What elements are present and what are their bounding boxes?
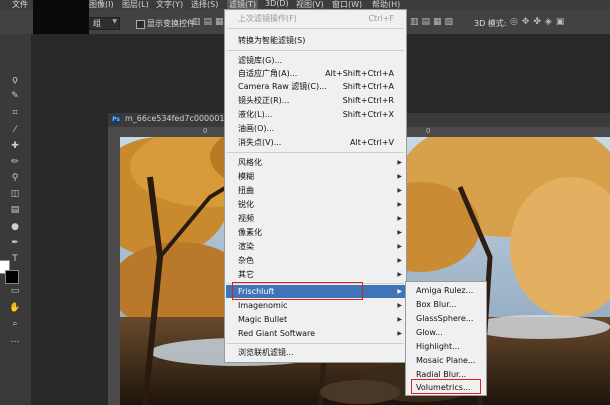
mode-select-value: 组 xyxy=(93,19,101,28)
menu-separator xyxy=(227,343,404,344)
eyedropper-icon[interactable]: ⁄ xyxy=(9,124,21,136)
menu-separator xyxy=(227,152,404,153)
submenu-item-mosaic-plane[interactable]: Mosaic Plane... xyxy=(416,354,476,367)
submenu-arrow-icon: ▶ xyxy=(397,229,402,236)
submenu-arrow-icon: ▶ xyxy=(397,257,402,264)
gradient-icon[interactable]: ▤ xyxy=(9,204,21,216)
ps-file-icon: Ps xyxy=(111,115,121,124)
lens-correction-shortcut: Shift+Ctrl+R xyxy=(342,96,394,105)
lasso-icon[interactable]: ϙ xyxy=(9,74,21,86)
menu-item-filter-gallery[interactable]: 滤镜库(G)... xyxy=(238,54,282,67)
submenu-arrow-icon: ▶ xyxy=(397,201,402,208)
align-icons[interactable]: ▥▤▦ xyxy=(192,17,227,27)
menu-item-imagenomic[interactable]: Imagenomic xyxy=(238,299,287,312)
filter-menu: 上次滤镜操作(F) Ctrl+F 转换为智能滤镜(S) 滤镜库(G)... 自适… xyxy=(224,9,407,363)
menu-item-red-giant[interactable]: Red Giant Software xyxy=(238,327,315,340)
menu-item-distort[interactable]: 扭曲 xyxy=(238,184,254,197)
clone-stamp-icon[interactable]: ⚲ xyxy=(9,172,21,184)
submenu-item-box-blur[interactable]: Box Blur... xyxy=(416,298,456,311)
submenu-arrow-icon: ▶ xyxy=(397,302,402,309)
menu-item-browse-online[interactable]: 浏览联机滤镜... xyxy=(238,346,294,359)
menu-item-other[interactable]: 其它 xyxy=(238,268,254,281)
3d-tools-icons[interactable]: ◎✥✤◈▣ xyxy=(510,17,568,27)
menu-item-blur[interactable]: 模糊 xyxy=(238,170,254,183)
menu-item-sharpen[interactable]: 锐化 xyxy=(238,198,254,211)
menu-item-oil-paint[interactable]: 油画(O)... xyxy=(238,122,274,135)
crop-icon[interactable]: ⌗ xyxy=(9,107,21,119)
show-transform-label: 显示变换控件 xyxy=(147,19,195,28)
menu-item-convert-smart-filter[interactable]: 转换为智能滤镜(S) xyxy=(238,34,305,47)
vanishing-point-shortcut: Alt+Ctrl+V xyxy=(350,138,394,147)
submenu-arrow-icon: ▶ xyxy=(397,159,402,166)
mode-3d-label: 3D 模式: xyxy=(474,19,507,28)
pen-icon[interactable]: ✒ xyxy=(9,237,21,249)
menu-item-noise[interactable]: 杂色 xyxy=(238,254,254,267)
tools-panel: ϙ ✎ ⌗ ⁄ ✚ ✏ ⚲ ◫ ▤ ● ✒ T ➤ ▭ ✋ ⌕ … xyxy=(0,34,32,405)
submenu-item-glasssphere[interactable]: GlassSphere... xyxy=(416,312,473,325)
submenu-arrow-icon: ▶ xyxy=(397,288,402,295)
menu-item-magic-bullet[interactable]: Magic Bullet xyxy=(238,313,287,326)
zoom-icon[interactable]: ⌕ xyxy=(9,318,21,330)
submenu-arrow-icon: ▶ xyxy=(397,243,402,250)
submenu-arrow-icon: ▶ xyxy=(397,215,402,222)
liquify-shortcut: Shift+Ctrl+X xyxy=(342,110,394,119)
submenu-arrow-icon: ▶ xyxy=(397,271,402,278)
document-title: m_66ce534fed7c00000197 xyxy=(125,114,235,123)
hand-icon[interactable]: ✋ xyxy=(9,302,21,314)
menu-item-pixelate[interactable]: 像素化 xyxy=(238,226,262,239)
adaptive-wide-angle-shortcut: Alt+Shift+Ctrl+A xyxy=(325,69,394,78)
camera-raw-shortcut: Shift+Ctrl+A xyxy=(342,82,394,91)
quick-select-icon[interactable]: ✎ xyxy=(9,90,21,102)
highlight-annotation-volumetrics xyxy=(411,379,481,394)
menu-item-render[interactable]: 渲染 xyxy=(238,240,254,253)
show-transform-checkbox[interactable] xyxy=(136,20,145,29)
vertical-ruler xyxy=(108,137,120,405)
menu-item-adaptive-wide-angle[interactable]: 自适应广角(A)... xyxy=(238,67,297,80)
menu-3d[interactable]: 3D(D) xyxy=(265,0,289,8)
submenu-item-highlight[interactable]: Highlight... xyxy=(416,340,460,353)
eraser-icon[interactable]: ◫ xyxy=(9,188,21,200)
submenu-arrow-icon: ▶ xyxy=(397,173,402,180)
highlight-annotation-frischluft xyxy=(232,282,363,300)
submenu-arrow-icon: ▶ xyxy=(397,187,402,194)
menu-item-lens-correction[interactable]: 镜头校正(R)... xyxy=(238,94,289,107)
menu-item-last-filter[interactable]: 上次滤镜操作(F) xyxy=(238,12,297,25)
menu-bar: 文件 图像(I) 图层(L) 文字(Y) 选择(S) 滤镜(T) 3D(D) 视… xyxy=(0,0,610,10)
submenu-arrow-icon: ▶ xyxy=(397,316,402,323)
menu-item-stylize[interactable]: 风格化 xyxy=(238,156,262,169)
distribute-icons[interactable]: ▥▤▦▧ xyxy=(410,17,456,27)
text-tool-icon[interactable]: T xyxy=(9,253,21,265)
frischluft-submenu: Amiga Rulez... Box Blur... GlassSphere..… xyxy=(405,281,487,396)
rectangle-icon[interactable]: ▭ xyxy=(9,285,21,297)
submenu-arrow-icon: ▶ xyxy=(397,330,402,337)
ruler-tick: 0 xyxy=(426,127,431,135)
background-color-swatch[interactable] xyxy=(5,270,19,284)
menu-item-camera-raw[interactable]: Camera Raw 滤镜(C)... xyxy=(238,80,327,93)
healing-brush-icon[interactable]: ✚ xyxy=(9,140,21,152)
menu-item-liquify[interactable]: 液化(L)... xyxy=(238,108,272,121)
menu-item-vanishing-point[interactable]: 消失点(V)... xyxy=(238,136,281,149)
dodge-icon[interactable]: ● xyxy=(9,221,21,233)
more-tools-icon[interactable]: … xyxy=(9,334,21,346)
last-filter-shortcut: Ctrl+F xyxy=(368,14,394,23)
menu-item-video[interactable]: 视频 xyxy=(238,212,254,225)
menu-separator xyxy=(227,50,404,51)
mode-select[interactable]: 组 ▼ xyxy=(88,17,120,30)
submenu-item-glow[interactable]: Glow... xyxy=(416,326,443,339)
chevron-down-icon: ▼ xyxy=(112,18,117,25)
brush-icon[interactable]: ✏ xyxy=(9,156,21,168)
submenu-item-amiga-rulez[interactable]: Amiga Rulez... xyxy=(416,284,473,297)
ruler-tick: 0 xyxy=(203,127,208,135)
menu-separator xyxy=(227,28,404,29)
